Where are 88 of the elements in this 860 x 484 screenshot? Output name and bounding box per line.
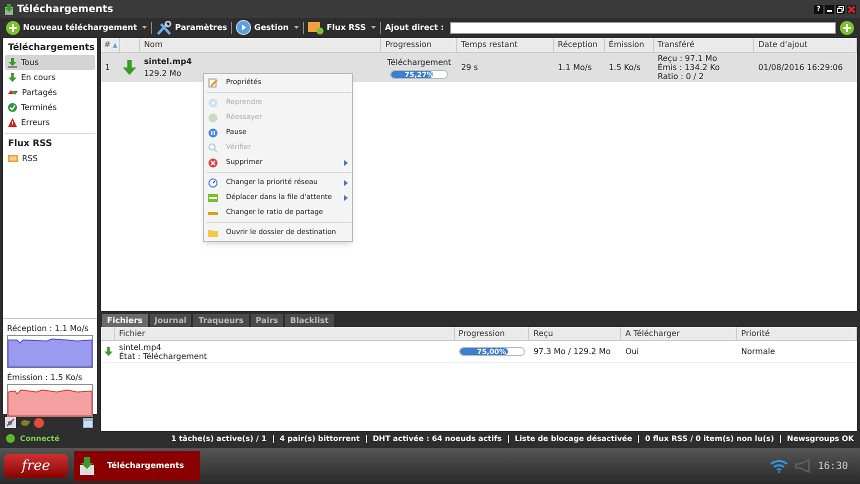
speed-label: Émission : 1.5 Ko/s [7,372,84,384]
download-icon [8,58,17,68]
table-cell-text: Ratio : 0 / 2 [658,72,705,81]
taskbar-app[interactable]: Téléchargements [74,451,200,481]
download-icon [122,60,138,75]
toolbar-button[interactable]: Flux RSS [308,20,376,34]
section-title: Téléchargements [7,42,95,55]
column-header[interactable]: Progression [381,38,458,52]
tab[interactable]: Journal [150,314,192,327]
delete-icon [208,158,218,168]
tab[interactable]: Blacklist [285,314,334,327]
table-cell-text: 29 s [461,62,479,74]
tab[interactable]: Traqueurs [193,314,249,327]
warning-icon [8,118,17,127]
window-title: Téléchargements [17,2,114,16]
folder-icon [208,228,218,238]
window-icon [83,418,93,428]
caret-icon [294,26,299,30]
add-icon [840,20,854,34]
magnifier-icon [208,142,218,152]
feed-icon [8,155,18,162]
minimize-icon [825,4,834,14]
restore-icon [836,4,845,14]
caret-icon [142,26,148,30]
file-name: sintel.mp4 [144,56,193,68]
table-cell-text: Normale [741,346,776,358]
file-name: sintel.mp4 [119,342,162,352]
download-icon [79,457,95,475]
sidebar-item[interactable]: Erreurs [5,115,95,130]
table-cell-text: 97.3 Mo / 129.2 Mo [533,346,612,358]
play-icon [236,20,252,35]
app-label: Téléchargements [107,460,184,472]
free-logo[interactable]: free [4,454,68,478]
column-header[interactable]: A Télécharger [621,327,738,340]
table-cell-text: Reçu : 97.1 Mo [658,54,718,63]
sidebar-item[interactable]: Tous [5,55,95,70]
table-cell-text: 1.1 Mo/s [558,62,593,74]
column-header[interactable]: Nom [140,38,382,52]
app-icon [4,4,14,14]
column-header[interactable]: Émission [604,38,654,52]
column-header[interactable]: Date d'ajout [754,38,857,52]
table-cell-text: 1.5 Ko/s [608,62,642,74]
caret-icon [370,26,376,30]
edit-icon [208,78,218,88]
column-header[interactable]: Priorité [737,327,857,340]
rss-icon [308,20,324,34]
column-header[interactable]: Progression [454,327,530,340]
column-header[interactable]: Transféré [654,38,754,52]
status-text: Téléchargement [387,56,452,68]
pause-icon [208,128,218,138]
play-icon [208,98,218,108]
direct-add-field[interactable] [450,22,836,34]
table-cell-text: Oui [625,346,640,358]
sidebar-item[interactable]: RSS [5,151,95,166]
arrows-icon [8,88,18,97]
gauge-icon [208,178,218,188]
status-dot-icon [6,434,15,443]
sidebar-item[interactable]: En cours [5,70,95,85]
download-icon [104,347,112,356]
close-icon [847,4,856,14]
column-header[interactable]: Réception [554,38,605,52]
megaphone-icon [794,459,812,473]
plus-icon [6,20,20,34]
queue-icon [208,192,218,202]
tab[interactable]: Fichiers [102,314,148,327]
column-header[interactable]: Reçu [529,327,622,340]
clock: 16:30 [818,460,848,474]
table-cell-text: 01/08/2016 16:29:06 [758,62,844,74]
table-cell-text: 1 [105,62,112,74]
toolbar-button[interactable]: Nouveau téléchargement [6,20,148,34]
sidebar-item[interactable]: Partagés [5,85,95,100]
wifi-icon [770,459,788,473]
section-title: Flux RSS [7,138,54,151]
tab[interactable]: Pairs [250,314,284,327]
speed-label: Réception : 1.1 Mo/s [7,323,90,335]
toolbar-button[interactable]: Gestion [236,20,299,35]
field-label: Ajout direct : [384,22,444,34]
status-text: État : Téléchargement [119,352,208,360]
table-cell-text: Émis : 134.2 Ko [658,63,721,72]
record-icon [34,418,44,428]
tools-icon [156,20,172,34]
column-header[interactable]: Temps restant [457,38,554,52]
check-icon [8,103,17,112]
sidebar-item[interactable]: Terminés [5,100,95,115]
toolbar-button[interactable]: Paramètres [156,20,228,34]
column-header[interactable]: Fichier [114,327,455,340]
download-icon [8,73,17,82]
file-size: 129.2 Mo [144,68,182,80]
